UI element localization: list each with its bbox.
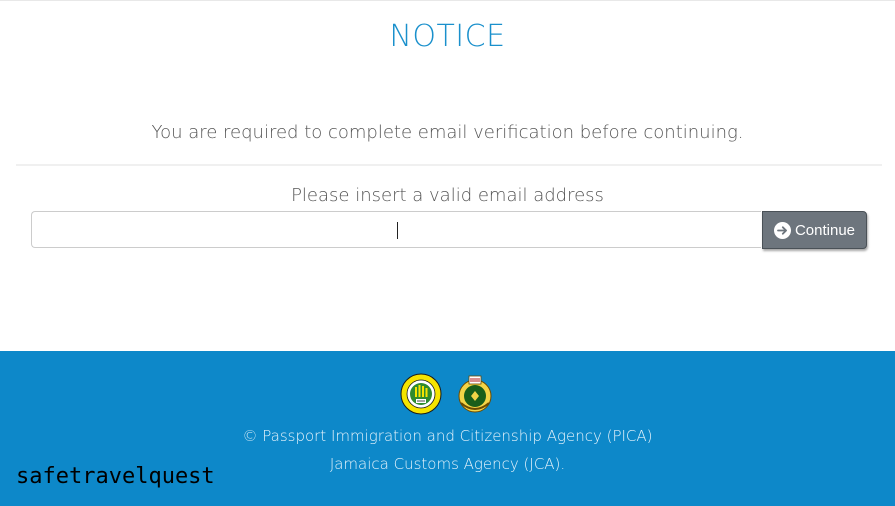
- text-caret: [397, 222, 398, 239]
- pica-logo: [400, 373, 442, 415]
- arrow-right-circle-icon: [773, 221, 791, 239]
- footer-copyright: © Passport Immigration and Citizenship A…: [242, 427, 653, 445]
- footer-logos: [0, 373, 895, 415]
- jca-logo: [454, 373, 496, 415]
- page: NOTICE You are required to complete emai…: [0, 0, 895, 506]
- page-title: NOTICE: [389, 19, 506, 54]
- email-field[interactable]: [31, 211, 761, 248]
- continue-label: Continue: [794, 221, 856, 239]
- divider: [16, 164, 882, 166]
- email-label: Please insert a valid email address: [291, 185, 604, 206]
- watermark: safetravelquest: [16, 464, 215, 489]
- continue-button[interactable]: Continue: [762, 211, 867, 249]
- top-border: [0, 0, 895, 1]
- notice-message: You are required to complete email verif…: [151, 122, 744, 143]
